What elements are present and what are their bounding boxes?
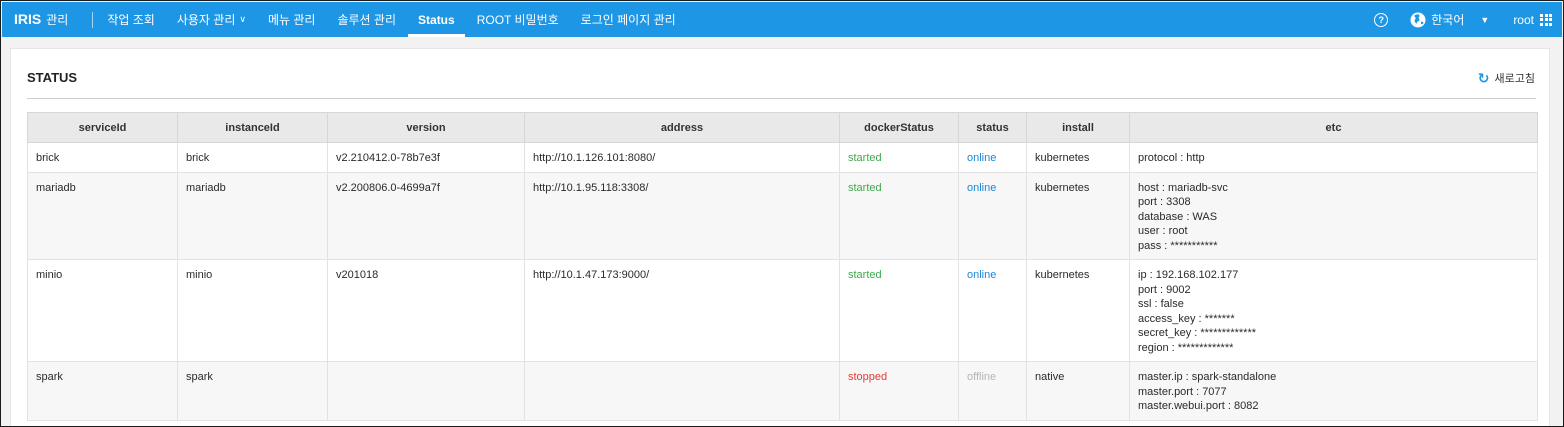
cell-status: online	[958, 171, 1027, 260]
cell-status: offline	[958, 361, 1027, 421]
cell-serviceid: mariadb	[27, 171, 178, 260]
column-header-status: status	[958, 112, 1027, 143]
cell-install: kubernetes	[1026, 259, 1130, 362]
cell-etc: master.ip : spark-standalone master.port …	[1129, 361, 1538, 421]
cell-install: native	[1026, 361, 1130, 421]
cell-address	[524, 361, 840, 421]
cell-version: v2.200806.0-4699a7f	[327, 171, 525, 260]
etc-line: access_key : *******	[1138, 312, 1235, 325]
etc-line: host : mariadb-svc	[1138, 181, 1228, 194]
user-menu[interactable]: root	[1513, 13, 1534, 27]
table-row: brick brick v2.210412.0-78b7e3f http://10.1…	[27, 142, 1538, 173]
nav-item-label: 사용자 관리	[176, 13, 236, 27]
column-header-dockerstatus: dockerStatus	[839, 112, 959, 143]
nav-item[interactable]: 사용자 관리 ∨	[177, 2, 246, 37]
etc-line: database : WAS	[1138, 210, 1218, 223]
etc-line: protocol : http	[1138, 152, 1205, 164]
header-tools: ? 한국어 ▼ root	[1374, 11, 1562, 28]
cell-install: kubernetes	[1026, 171, 1130, 260]
refresh-label: 새로고침	[1494, 73, 1535, 85]
column-header-serviceid: serviceId	[27, 112, 178, 143]
apps-grid-icon[interactable]	[1540, 13, 1552, 26]
nav-item-label: ROOT 비밀번호	[476, 13, 559, 27]
brand-name: IRIS	[14, 11, 42, 27]
column-header-install: install	[1026, 112, 1130, 143]
nav-divider	[92, 11, 94, 28]
cell-dockerstatus: started	[839, 142, 959, 173]
nav-item[interactable]: 솔루션 관리	[337, 2, 396, 37]
table-row: spark spark stopped offline native master.ip …	[27, 361, 1538, 421]
cell-status: online	[958, 259, 1027, 362]
brand-subtitle: 관리	[46, 13, 69, 27]
table-row: mariadb mariadb v2.200806.0-4699a7f http://…	[27, 171, 1538, 260]
cell-instanceid: minio	[177, 259, 328, 362]
refresh-icon: ↻	[1477, 70, 1490, 86]
language-selector[interactable]: 한국어	[1431, 11, 1464, 28]
etc-line: port : 3308	[1138, 196, 1191, 208]
table-header-row: serviceId instanceId version address dockerS…	[27, 112, 1538, 143]
cell-etc: protocol : http	[1129, 142, 1538, 173]
nav-item-label: 로그인 페이지 관리	[580, 13, 676, 27]
cell-instanceid: spark	[177, 361, 328, 421]
top-navigation-bar: IRIS 관리 작업 조회 사용자 관리 ∨ 메뉴 관리 솔루션 관리 Status ROO…	[2, 2, 1562, 37]
app-window: IRIS 관리 작업 조회 사용자 관리 ∨ 메뉴 관리 솔루션 관리 Status ROO…	[0, 0, 1564, 427]
chevron-down-icon: ∨	[239, 14, 246, 24]
nav-item[interactable]: 작업 조회	[107, 2, 155, 37]
cell-version: v201018	[327, 259, 525, 362]
cell-status: online	[958, 142, 1027, 173]
etc-line: port : 9002	[1138, 283, 1191, 296]
table-body: brick brick v2.210412.0-78b7e3f http://10.1…	[27, 142, 1538, 421]
cell-etc: host : mariadb-svc port : 3308 database : …	[1129, 171, 1538, 260]
cell-serviceid: brick	[27, 142, 178, 173]
etc-line: ip : 192.168.102.177	[1138, 269, 1239, 281]
cell-dockerstatus: stopped	[839, 361, 959, 421]
cell-dockerstatus: started	[839, 259, 959, 362]
nav-item-label: 메뉴 관리	[267, 13, 316, 27]
cell-serviceid: spark	[27, 361, 178, 421]
brand-logo[interactable]: IRIS 관리	[2, 11, 68, 28]
status-panel: STATUS ↻ 새로고침 serviceId instanceId version…	[10, 48, 1550, 426]
status-table: serviceId instanceId version address dockerS…	[27, 112, 1538, 421]
cell-install: kubernetes	[1026, 142, 1130, 173]
dropdown-caret-icon[interactable]: ▼	[1480, 15, 1489, 25]
column-header-etc: etc	[1129, 112, 1538, 143]
etc-line: region : *************	[1138, 341, 1234, 354]
cell-instanceid: mariadb	[177, 171, 328, 260]
etc-line: master.port : 7077	[1138, 385, 1227, 398]
nav-item[interactable]: 로그인 페이지 관리	[581, 2, 676, 37]
help-icon[interactable]: ?	[1374, 12, 1389, 27]
etc-line: master.webui.port : 8082	[1138, 400, 1259, 412]
etc-line: master.ip : spark-standalone	[1138, 371, 1277, 383]
nav-item[interactable]: Status	[408, 2, 465, 37]
column-header-version: version	[327, 112, 525, 143]
nav-item[interactable]: 메뉴 관리	[268, 2, 316, 37]
cell-address: http://10.1.47.173:9000/	[524, 259, 840, 362]
nav-item[interactable]: ROOT 비밀번호	[477, 2, 559, 37]
nav-item-label: 작업 조회	[107, 13, 155, 27]
cell-version	[327, 361, 525, 421]
cell-instanceid: brick	[177, 142, 328, 173]
cell-version: v2.210412.0-78b7e3f	[327, 142, 525, 173]
refresh-button[interactable]: ↻ 새로고침	[1478, 70, 1535, 86]
etc-line: ssl : false	[1138, 298, 1184, 310]
cell-address: http://10.1.126.101:8080/	[524, 142, 840, 173]
cell-serviceid: minio	[27, 259, 178, 362]
column-header-instanceid: instanceId	[177, 112, 328, 143]
table-row: minio minio v201018 http://10.1.47.173:9000…	[27, 259, 1538, 362]
cell-address: http://10.1.95.118:3308/	[524, 171, 840, 260]
page-title: STATUS	[27, 70, 78, 85]
etc-line: secret_key : *************	[1138, 327, 1257, 339]
nav-item-label: Status	[418, 12, 455, 27]
column-header-address: address	[524, 112, 840, 143]
globe-icon[interactable]	[1410, 12, 1426, 28]
etc-line: pass : ***********	[1138, 239, 1218, 252]
cell-etc: ip : 192.168.102.177 port : 9002 ssl : fal…	[1129, 259, 1538, 362]
title-divider	[27, 98, 1536, 99]
main-menu: 작업 조회 사용자 관리 ∨ 메뉴 관리 솔루션 관리 Status ROOT 비밀번호 로그…	[107, 2, 697, 37]
nav-item-label: 솔루션 관리	[337, 13, 397, 27]
cell-dockerstatus: started	[839, 171, 959, 260]
etc-line: user : root	[1138, 225, 1188, 237]
